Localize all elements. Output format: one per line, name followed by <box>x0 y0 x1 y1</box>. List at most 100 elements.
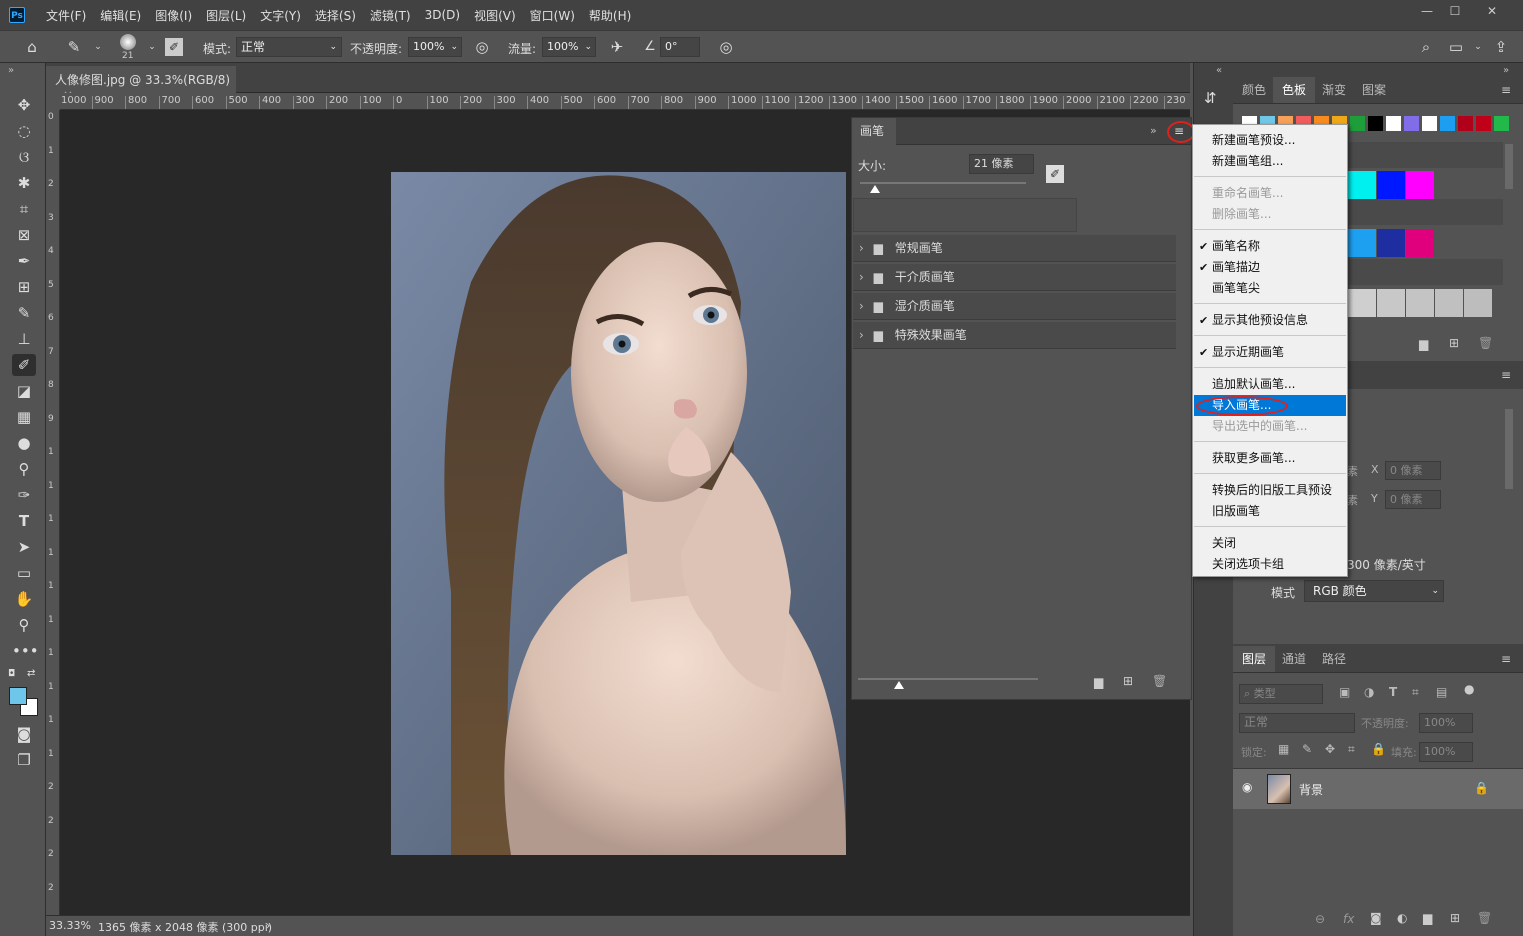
menu-file[interactable]: 文件(F) <box>39 7 93 24</box>
lock-position-icon[interactable]: ✥ <box>1325 742 1335 756</box>
move-tool-icon[interactable]: ✥ <box>12 94 36 116</box>
home-icon[interactable]: ⌂ <box>22 37 42 57</box>
tab-color[interactable]: 颜色 <box>1233 77 1275 103</box>
preview-size-slider-thumb[interactable] <box>894 681 904 689</box>
portrait-photo[interactable] <box>391 172 846 855</box>
brush-settings-icon[interactable]: ✐ <box>165 38 183 56</box>
tab-swatches[interactable]: 色板 <box>1273 77 1316 103</box>
panel-menu-icon[interactable]: ≡ <box>1501 652 1511 666</box>
share-icon[interactable]: ⇪ <box>1491 37 1511 57</box>
trash-icon[interactable]: 🗑 <box>1478 336 1493 350</box>
opacity-input[interactable]: 100% ⌄ <box>408 37 462 57</box>
quick-select-tool-icon[interactable]: ✱ <box>12 172 36 194</box>
color-swatch[interactable] <box>1348 171 1376 199</box>
blur-tool-icon[interactable]: ● <box>12 432 36 454</box>
tab-layers[interactable]: 图层 <box>1233 646 1276 672</box>
filter-adjustment-icon[interactable]: ◑ <box>1364 685 1374 699</box>
color-swatch[interactable] <box>1368 116 1383 131</box>
stamp-tool-icon[interactable]: ⊥ <box>12 328 36 350</box>
new-brush-icon[interactable]: ⊞ <box>1123 674 1133 688</box>
healing-brush-tool-icon[interactable]: ⊞ <box>12 276 36 298</box>
filter-toggle-icon[interactable]: ● <box>1464 682 1474 696</box>
size-input[interactable]: 21 像素 <box>969 154 1034 174</box>
pen-tool-icon[interactable]: ✑ <box>12 484 36 506</box>
zoom-tool-icon[interactable]: ⚲ <box>12 614 36 636</box>
lock-artboard-icon[interactable]: ⌗ <box>1348 742 1355 757</box>
adjustment-layer-icon[interactable]: ◐ <box>1397 911 1407 925</box>
color-swatch[interactable] <box>1494 116 1509 131</box>
eyedropper-tool-icon[interactable]: ✒ <box>12 250 36 272</box>
color-swatch[interactable] <box>1350 116 1365 131</box>
chevron-down-icon[interactable]: ⌄ <box>142 37 162 57</box>
marquee-tool-icon[interactable]: ◌ <box>12 120 36 142</box>
swatches-scrollbar[interactable] <box>1505 144 1513 189</box>
menu-item[interactable]: 新建画笔预设... <box>1194 130 1346 151</box>
menu-item[interactable]: ✔ 画笔名称 <box>1194 236 1346 257</box>
link-layers-icon[interactable]: ⊖ <box>1315 912 1325 926</box>
menu-item[interactable]: 新建画笔组... <box>1194 151 1346 172</box>
new-group-icon[interactable]: ▆ <box>1423 911 1432 925</box>
color-swatch[interactable] <box>1348 289 1376 317</box>
filter-pixel-icon[interactable]: ▣ <box>1339 685 1350 699</box>
fx-icon[interactable]: fx <box>1343 912 1354 926</box>
menu-3d[interactable]: 3D(D) <box>418 8 467 22</box>
color-swatch[interactable] <box>1377 289 1405 317</box>
collapse-arrows-icon[interactable]: » <box>8 65 14 76</box>
color-swatch[interactable] <box>1377 171 1405 199</box>
menu-type[interactable]: 文字(Y) <box>253 7 308 24</box>
color-swatch[interactable] <box>1406 229 1434 257</box>
tab-brushes[interactable]: 画笔 <box>852 118 896 145</box>
collapse-arrows-icon[interactable]: « <box>1216 65 1222 76</box>
size-slider-thumb[interactable] <box>870 185 880 193</box>
swap-colors-icon[interactable]: ⇄ <box>27 668 35 679</box>
color-swatch[interactable] <box>1440 116 1455 131</box>
layer-name[interactable]: 背景 <box>1299 781 1323 798</box>
color-swatch[interactable] <box>1406 171 1434 199</box>
size-slider-track[interactable] <box>860 182 1026 184</box>
new-folder-icon[interactable]: ▆ <box>1094 675 1103 689</box>
color-swatch[interactable] <box>1464 289 1492 317</box>
maximize-button[interactable]: ☐ <box>1443 4 1467 22</box>
path-select-tool-icon[interactable]: ➤ <box>12 536 36 558</box>
mixer-brush-preset-icon[interactable]: ✎ <box>64 37 84 57</box>
menu-view[interactable]: 视图(V) <box>467 7 523 24</box>
filter-type-icon[interactable]: T <box>1389 685 1397 699</box>
screen-mode-icon[interactable]: ❐ <box>12 749 36 771</box>
add-mask-icon[interactable]: ◙ <box>1370 911 1382 925</box>
properties-scrollbar[interactable] <box>1505 409 1513 489</box>
panel-menu-icon[interactable]: ≡ <box>1501 83 1511 97</box>
crop-tool-icon[interactable]: ⌗ <box>12 198 36 220</box>
hand-tool-icon[interactable]: ✋ <box>12 588 36 610</box>
color-swatch[interactable] <box>1406 289 1434 317</box>
foreground-color-swatch[interactable] <box>9 687 27 705</box>
search-icon[interactable]: ⌕ <box>1416 37 1436 57</box>
expand-arrows-icon[interactable]: » <box>1503 65 1509 76</box>
filter-smart-object-icon[interactable]: ▤ <box>1436 685 1447 699</box>
mixer-brush-tool-icon[interactable]: ✐ <box>12 354 36 376</box>
zoom-level[interactable]: 33.33% <box>49 919 91 932</box>
more-tools-icon[interactable]: ••• <box>12 640 39 662</box>
brush-tip-preview[interactable] <box>120 34 136 50</box>
lock-pixels-icon[interactable]: ✎ <box>1302 742 1312 756</box>
preview-size-slider-track[interactable] <box>858 678 1038 680</box>
color-swatch[interactable] <box>1422 116 1437 131</box>
mode-select[interactable]: 正常 ⌄ <box>236 37 342 57</box>
color-mode-select[interactable]: RGB 颜色 ⌄ <box>1304 580 1444 602</box>
menu-edit[interactable]: 编辑(E) <box>93 7 148 24</box>
color-swatch[interactable] <box>1348 229 1376 257</box>
lock-transparency-icon[interactable]: ▦ <box>1278 742 1289 756</box>
flow-input[interactable]: 100% ⌄ <box>542 37 596 57</box>
menu-filter[interactable]: 滤镜(T) <box>363 7 418 24</box>
y-input[interactable]: 0 像素 <box>1385 490 1441 509</box>
lock-all-icon[interactable]: 🔒 <box>1371 742 1386 756</box>
brush-edit-icon[interactable]: ✐ <box>1046 165 1064 183</box>
fill-input[interactable]: 100% <box>1419 742 1473 762</box>
folder-special-effects[interactable]: › ▆ 特殊效果画笔 <box>853 322 1176 349</box>
tab-gradients[interactable]: 渐变 <box>1313 77 1355 103</box>
color-swatch[interactable] <box>1476 116 1491 131</box>
menu-item[interactable]: ✔ 显示其他预设信息 <box>1194 310 1346 331</box>
document-tab[interactable]: 人像修图.jpg @ 33.3%(RGB/8) × <box>46 66 236 102</box>
quick-mask-icon[interactable]: ◙ <box>12 723 36 745</box>
color-swatch[interactable] <box>1435 289 1463 317</box>
folder-general-brushes[interactable]: › ▆ 常规画笔 <box>853 235 1176 262</box>
